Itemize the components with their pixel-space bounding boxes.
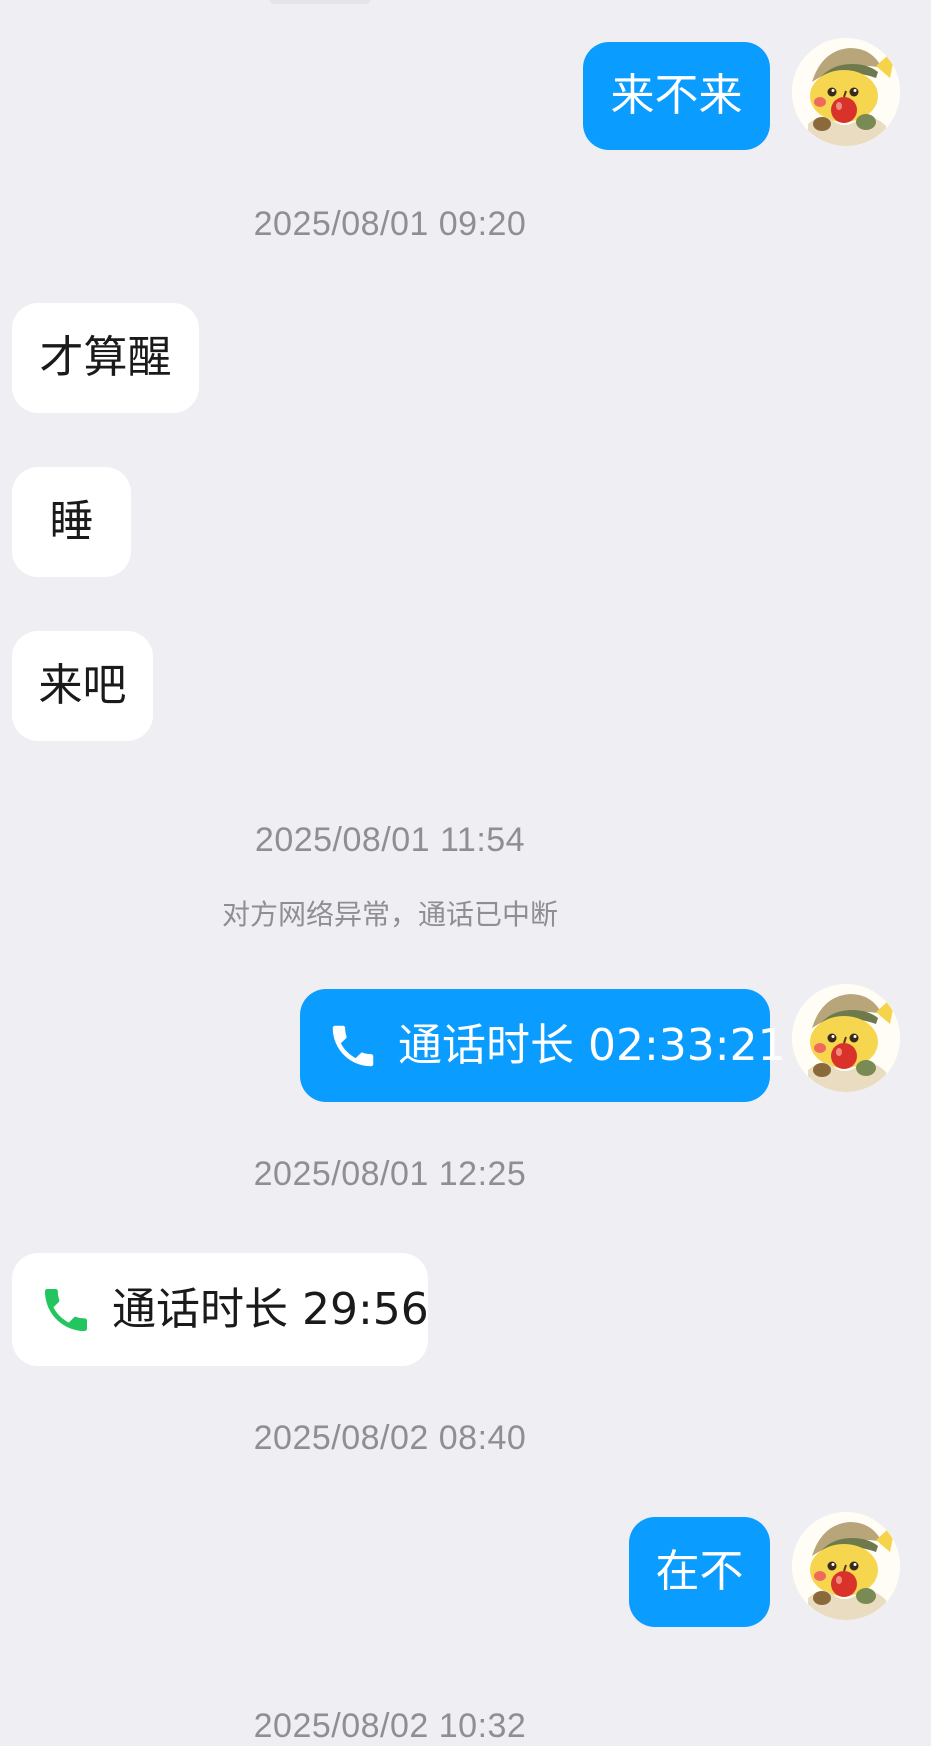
timestamp: 2025/08/01 11:54 [254,821,526,859]
message-text: 来吧 [38,660,127,711]
message-text: 才算醒 [39,332,172,383]
outgoing-message-bubble[interactable]: 在不 [629,1517,770,1627]
timestamp: 2025/08/01 12:25 [253,1155,527,1193]
avatar[interactable] [792,1512,900,1620]
phone-icon [326,1019,380,1073]
timestamp: 2025/08/02 08:40 [253,1419,527,1457]
scroll-top-edge [270,0,370,4]
phone-icon [38,1282,94,1338]
message-text: 在不 [655,1546,744,1597]
call-duration-text: 通话时长 29:56 [112,1283,429,1335]
call-duration-text: 通话时长 02:33:21 [398,1019,786,1071]
incoming-message-bubble[interactable]: 来吧 [12,631,153,741]
incoming-message-bubble[interactable]: 睡 [12,467,131,577]
avatar[interactable] [792,984,900,1092]
outgoing-call-record[interactable]: 通话时长 02:33:21 [300,989,786,1102]
timestamp: 2025/08/01 09:20 [253,205,527,243]
message-text: 来不来 [610,70,743,121]
timestamp: 2025/08/02 10:32 [253,1707,527,1745]
outgoing-message-bubble[interactable]: 来不来 [583,42,770,150]
incoming-call-record[interactable]: 通话时长 29:56 [12,1253,429,1366]
system-notice: 对方网络异常，通话已中断 [221,898,558,931]
message-text: 睡 [49,496,94,547]
avatar[interactable] [792,38,900,146]
incoming-message-bubble[interactable]: 才算醒 [12,303,199,413]
